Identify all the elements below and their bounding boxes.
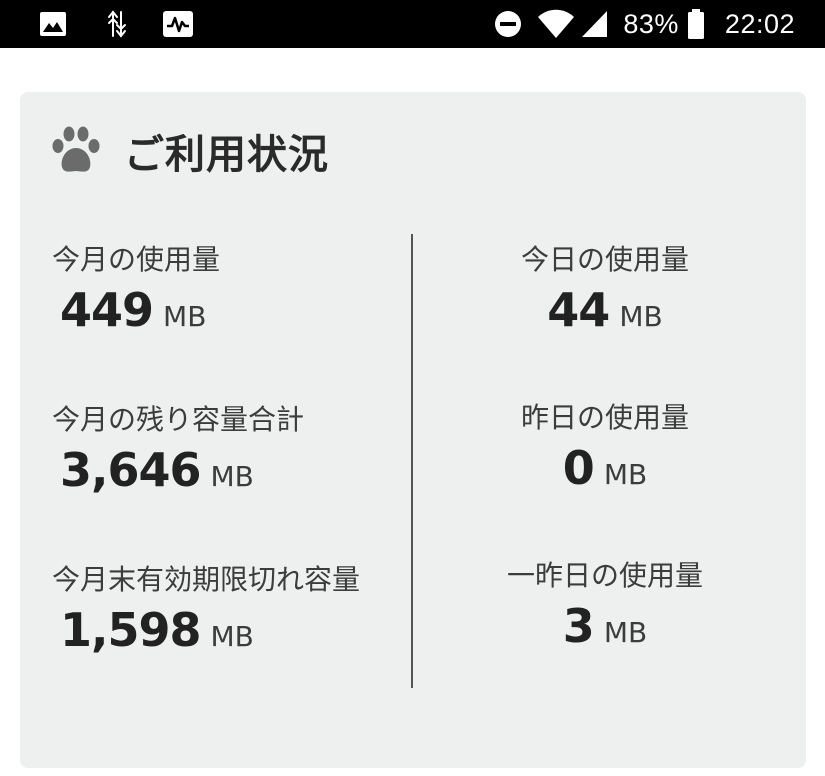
battery-percent: 83%: [623, 8, 679, 39]
stat-monthly-usage: 今月の使用量 449 MB: [52, 240, 402, 400]
stat-value: 3: [562, 599, 595, 653]
status-bar-system: 83% 22:02: [493, 0, 795, 48]
stat-unit: MB: [163, 300, 207, 333]
stat-remaining-total: 今月の残り容量合計 3,646 MB: [52, 400, 402, 560]
stat-unit: MB: [603, 458, 648, 491]
stat-value: 1,598: [60, 603, 202, 657]
stat-unit: MB: [619, 300, 663, 333]
stat-unit: MB: [210, 620, 254, 653]
stat-yesterday-usage: 昨日の使用量 0 MB: [415, 398, 795, 556]
stat-value-row: 44 MB: [415, 280, 795, 351]
data-transfer-icon: [108, 10, 126, 38]
paw-icon: [52, 126, 100, 172]
stat-label: 今月末有効期限切れ容量: [52, 563, 361, 596]
usage-card: ご利用状況 今月の使用量 449 MB 今月の残り容量合計 3,646 MB 今月末…: [20, 92, 806, 768]
stat-day-before-yesterday-usage: 一昨日の使用量 3 MB: [415, 556, 795, 714]
stat-value-row: 1,598 MB: [52, 600, 402, 671]
clock: 22:02: [724, 8, 795, 39]
card-title: ご利用状況: [124, 132, 329, 178]
stat-label: 今日の使用量: [520, 243, 689, 276]
stat-today-usage: 今日の使用量 44 MB: [415, 240, 795, 398]
activity-icon: [163, 11, 193, 37]
wifi-icon: [538, 9, 575, 39]
monthly-stats: 今月の使用量 449 MB 今月の残り容量合計 3,646 MB 今月末有効期限切れ…: [52, 240, 402, 720]
card-header: ご利用状況: [50, 122, 329, 180]
battery-icon: [687, 9, 704, 39]
stat-expiring-month-end: 今月末有効期限切れ容量 1,598 MB: [52, 560, 402, 720]
status-bar-notifications: [38, 9, 194, 39]
stat-value-row: 449 MB: [52, 280, 402, 351]
column-divider: [411, 234, 413, 688]
stat-label: 昨日の使用量: [520, 401, 689, 434]
stat-label: 今月の使用量: [52, 243, 221, 276]
image-icon: [40, 12, 66, 36]
stat-value: 449: [60, 283, 154, 337]
do-not-disturb-icon: [495, 11, 522, 37]
stat-unit: MB: [210, 460, 254, 493]
stat-value-row: 3,646 MB: [52, 440, 402, 511]
status-bar: 83% 22:02: [0, 0, 825, 48]
stat-value: 0: [562, 441, 595, 495]
stat-label: 今月の残り容量合計: [52, 403, 305, 436]
stat-value-row: 3 MB: [415, 596, 795, 667]
stat-value-row: 0 MB: [415, 438, 795, 509]
stat-label: 一昨日の使用量: [506, 559, 703, 592]
stat-unit: MB: [603, 616, 648, 649]
stat-value: 44: [547, 283, 610, 337]
stat-value: 3,646: [60, 443, 202, 497]
cellular-signal-icon: [582, 11, 608, 37]
daily-stats: 今日の使用量 44 MB 昨日の使用量 0 MB 一昨日の使用量 3 MB: [415, 240, 795, 714]
